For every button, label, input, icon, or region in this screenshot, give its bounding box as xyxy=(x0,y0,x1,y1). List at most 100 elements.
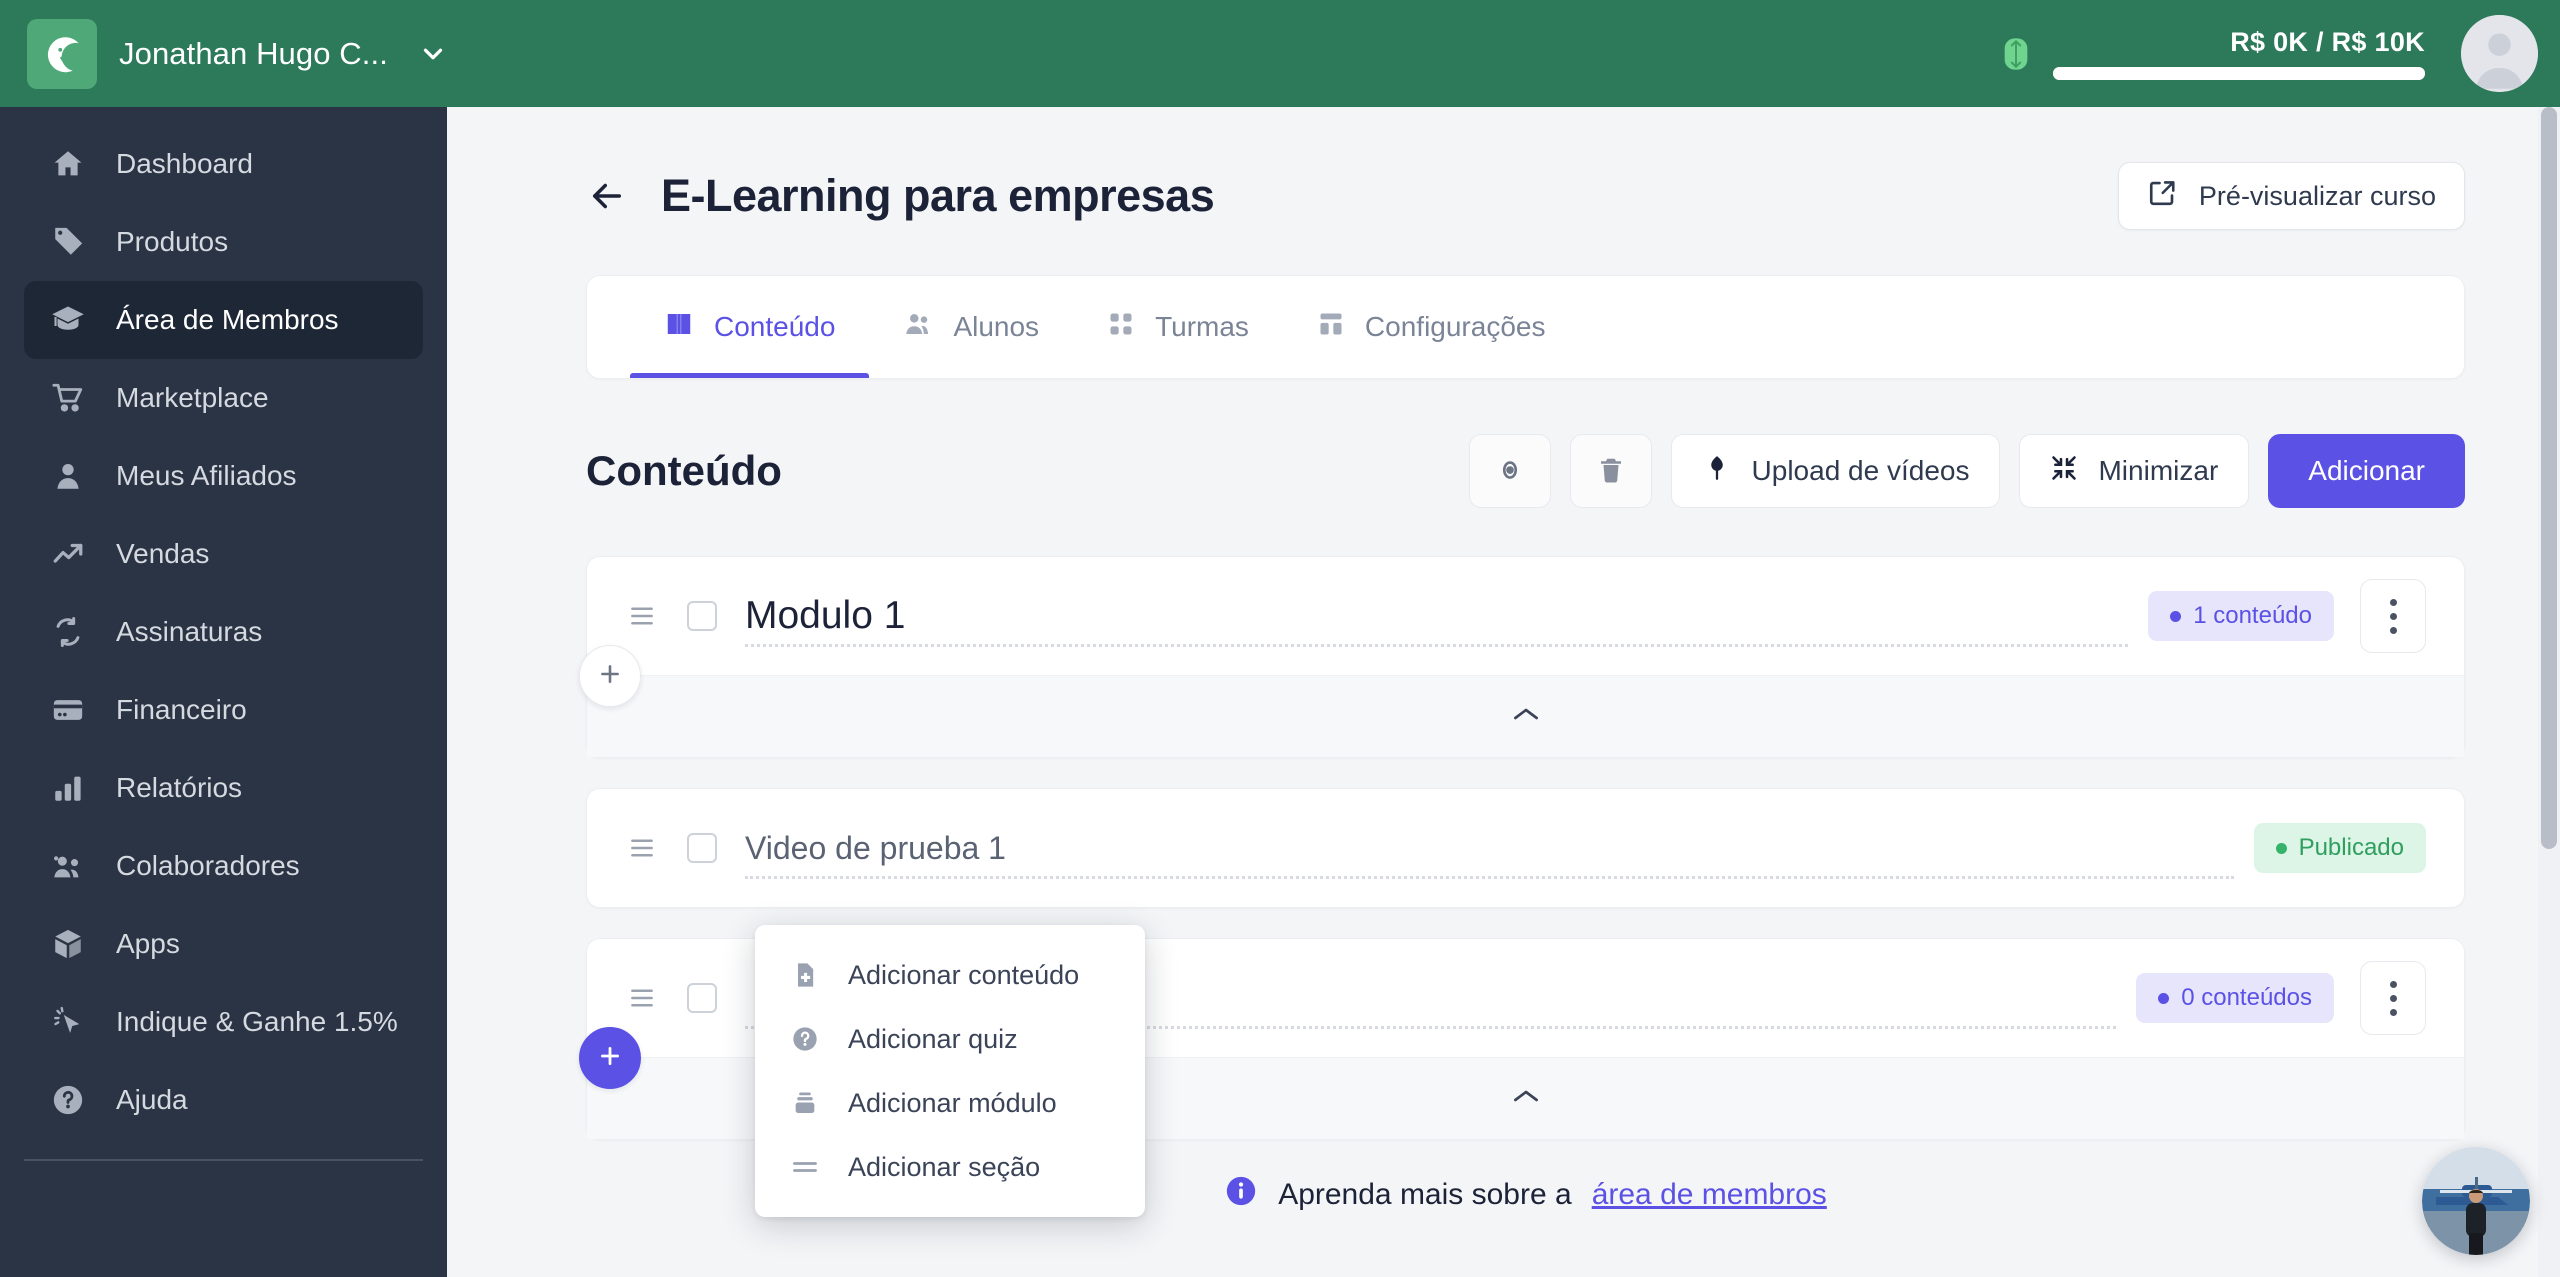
lesson-title: Video de prueba 1 xyxy=(745,829,1006,866)
person-icon xyxy=(48,459,88,493)
top-bar: Jonathan Hugo C... R$ 0K / R$ 10K xyxy=(0,0,2560,107)
trash-icon xyxy=(1596,455,1626,488)
earnings-label: R$ 0K / R$ 10K xyxy=(2230,27,2425,57)
delete-button[interactable] xyxy=(1569,434,1652,508)
add-button[interactable]: Adicionar xyxy=(2268,434,2465,508)
menu-item-adicionar-modulo[interactable]: Adicionar módulo xyxy=(755,1071,1145,1135)
upload-cloud-icon xyxy=(1702,453,1732,490)
tag-icon xyxy=(48,225,88,259)
module-checkbox[interactable] xyxy=(687,601,717,631)
chat-widget-button[interactable] xyxy=(2422,1147,2530,1255)
book-icon xyxy=(664,309,694,346)
add-button-label: Adicionar xyxy=(2308,455,2425,486)
module-content-count-badge: 0 conteúdos xyxy=(2136,973,2334,1023)
minimize-button[interactable]: Minimizar xyxy=(2019,434,2250,508)
module-stack-icon xyxy=(789,1089,821,1117)
tab-label: Turmas xyxy=(1155,311,1249,342)
status-dot xyxy=(2275,842,2287,854)
menu-item-adicionar-quiz[interactable]: Adicionar quiz xyxy=(755,1007,1145,1071)
module-title: Modulo 1 xyxy=(745,594,906,637)
sidebar-item-financeiro[interactable]: Financeiro xyxy=(24,671,423,749)
drag-handle-icon[interactable] xyxy=(625,836,659,860)
tab-label: Configurações xyxy=(1364,311,1546,342)
tab-conteudo[interactable]: Conteúdo xyxy=(630,276,870,378)
sidebar-item-assinaturas[interactable]: Assinaturas xyxy=(24,593,423,671)
preview-course-button[interactable]: Pré-visualizar curso xyxy=(2117,162,2465,230)
badge-label: Publicado xyxy=(2298,834,2404,861)
lesson-checkbox[interactable] xyxy=(687,833,717,863)
question-circle-icon xyxy=(789,1025,821,1053)
sidebar-item-produtos[interactable]: Produtos xyxy=(24,203,423,281)
tab-label: Conteúdo xyxy=(714,311,836,342)
people-icon xyxy=(903,309,933,346)
sidebar-item-meus-afiliados[interactable]: Meus Afiliados xyxy=(24,437,423,515)
module-add-fab[interactable] xyxy=(579,645,641,707)
menu-item-label: Adicionar quiz xyxy=(848,1023,1018,1054)
brand-account-switcher[interactable]: Jonathan Hugo C... xyxy=(0,18,448,89)
sidebar: Dashboard Produtos Área de Membros Marke… xyxy=(0,107,447,1277)
module-collapse-toggle[interactable] xyxy=(587,675,2464,757)
arrow-left-icon[interactable] xyxy=(586,175,628,217)
scrollbar-thumb[interactable] xyxy=(2541,107,2557,849)
input-underline xyxy=(745,644,2129,647)
menu-item-adicionar-conteudo[interactable]: Adicionar conteúdo xyxy=(755,943,1145,1007)
sidebar-item-label: Área de Membros xyxy=(116,304,339,335)
tab-turmas[interactable]: Turmas xyxy=(1073,276,1283,378)
tab-configuracoes[interactable]: Configurações xyxy=(1283,276,1580,378)
file-plus-icon xyxy=(789,961,821,989)
sidebar-item-ajuda[interactable]: Ajuda xyxy=(24,1061,423,1139)
layout-icon xyxy=(1317,310,1345,345)
module-title-input[interactable]: Modulo 1 xyxy=(745,585,2148,647)
question-circle-icon xyxy=(48,1083,88,1117)
lesson-card: Video de prueba 1 Publicado xyxy=(586,788,2465,908)
badge-label: 0 conteúdos xyxy=(2181,984,2312,1011)
sidebar-item-indique-e-ganhe[interactable]: Indique & Ganhe 1.5% xyxy=(24,983,423,1061)
upload-videos-label: Upload de vídeos xyxy=(1751,455,1970,486)
preview-eye-button[interactable] xyxy=(1468,434,1551,508)
tab-label: Alunos xyxy=(953,311,1040,342)
sidebar-divider xyxy=(24,1159,423,1161)
avatar[interactable] xyxy=(2461,15,2538,92)
minimize-label: Minimizar xyxy=(2098,455,2219,486)
page-header: E-Learning para empresas Pré-visualizar … xyxy=(447,107,2560,230)
sidebar-item-vendas[interactable]: Vendas xyxy=(24,515,423,593)
grid-squares-icon xyxy=(1107,310,1135,345)
sidebar-item-area-de-membros[interactable]: Área de Membros xyxy=(24,281,423,359)
sidebar-item-label: Vendas xyxy=(116,538,210,569)
crescent-leaf-logo xyxy=(27,18,97,89)
sidebar-item-label: Relatórios xyxy=(116,772,243,803)
badge-label: 1 conteúdo xyxy=(2193,602,2312,629)
content-header: Conteúdo Upload de vídeos Minimizar Adic… xyxy=(586,434,2465,508)
sidebar-item-relatorios[interactable]: Relatórios xyxy=(24,749,423,827)
section-lines-icon xyxy=(789,1153,821,1181)
sidebar-item-dashboard[interactable]: Dashboard xyxy=(24,125,423,203)
chevron-down-icon[interactable] xyxy=(418,39,448,69)
sidebar-item-label: Dashboard xyxy=(116,148,253,179)
menu-item-label: Adicionar conteúdo xyxy=(848,959,1080,990)
info-circle-icon xyxy=(1224,1174,1258,1216)
module-row: Modulo 1 1 conteúdo xyxy=(587,557,2464,675)
module-more-menu-button[interactable] xyxy=(2360,579,2426,653)
drag-handle-icon[interactable] xyxy=(625,986,659,1010)
sidebar-item-label: Financeiro xyxy=(116,694,247,725)
lesson-title-input[interactable]: Video de prueba 1 xyxy=(745,817,2254,879)
sidebar-item-label: Apps xyxy=(116,928,180,959)
members-area-link[interactable]: área de membros xyxy=(1592,1178,1827,1212)
sidebar-item-colaboradores[interactable]: Colaboradores xyxy=(24,827,423,905)
bar-chart-icon xyxy=(48,771,88,805)
cube-icon xyxy=(48,927,88,961)
module-more-menu-button[interactable] xyxy=(2360,961,2426,1035)
module-checkbox[interactable] xyxy=(687,983,717,1013)
tab-alunos[interactable]: Alunos xyxy=(869,276,1073,378)
content-heading: Conteúdo xyxy=(586,447,782,494)
menu-item-adicionar-secao[interactable]: Adicionar seção xyxy=(755,1135,1145,1199)
credit-card-icon xyxy=(48,693,88,727)
drag-handle-icon[interactable] xyxy=(625,604,659,628)
module-content-count-badge: 1 conteúdo xyxy=(2148,591,2334,641)
upload-videos-button[interactable]: Upload de vídeos xyxy=(1670,434,2001,508)
module-add-fab[interactable] xyxy=(579,1027,641,1089)
sidebar-item-label: Ajuda xyxy=(116,1084,188,1115)
sidebar-item-marketplace[interactable]: Marketplace xyxy=(24,359,423,437)
page-scrollbar[interactable] xyxy=(2538,107,2560,1277)
sidebar-item-apps[interactable]: Apps xyxy=(24,905,423,983)
